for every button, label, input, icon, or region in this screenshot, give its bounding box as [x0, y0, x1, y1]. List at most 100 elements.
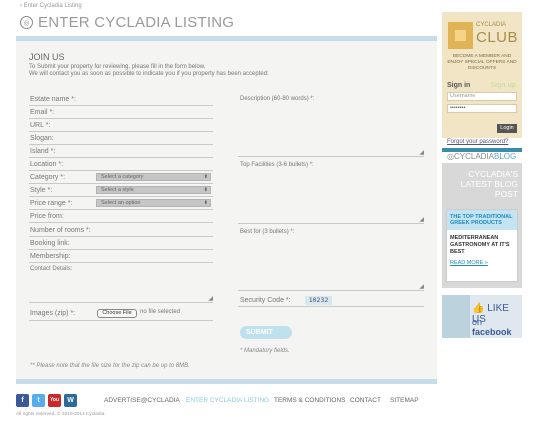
facebook-like-banner[interactable]: 👍 LIKE US on facebook — [442, 295, 522, 338]
top-facilities-textarea[interactable]: ◢ — [238, 170, 424, 224]
category-select-value: Select a category — [101, 174, 144, 180]
rooms-input[interactable] — [29, 236, 213, 237]
location-label: Location *: — [30, 161, 64, 168]
page-title: ◎ ENTER CYCLADIA LISTING — [20, 14, 234, 31]
blog-header: ◎CYCLADIABLOG — [442, 148, 522, 161]
blog-widget-title: CYCLADIA'S LATEST BLOG POST — [460, 169, 518, 199]
submit-button[interactable]: SUBMIT — [240, 326, 292, 339]
resize-grip-icon: ◢ — [419, 217, 424, 223]
security-code-input[interactable] — [238, 306, 424, 307]
resize-grip-icon: ◢ — [208, 296, 213, 302]
like-banner-image — [442, 295, 470, 338]
membership-input[interactable] — [29, 262, 213, 263]
footer-link-sitemap[interactable]: SITEMAP — [390, 397, 419, 404]
password-input[interactable]: •••••••• — [447, 104, 517, 113]
youtube-icon[interactable]: You — [48, 394, 61, 407]
price-from-input[interactable] — [29, 222, 213, 223]
blog-headline: MEDITERRANEAN GASTRONOMY AT IT'S BEST — [450, 235, 510, 255]
intro-line-2: We will contact you as soon as possible … — [29, 71, 269, 77]
blog-brand: ◎CYCLADIABLOG — [447, 152, 517, 161]
facebook-label: facebook — [472, 327, 512, 337]
price-range-select[interactable]: Select an option ⬍ — [96, 199, 211, 207]
club-title: CLUB — [476, 29, 519, 46]
club-brand: CYCLADIA — [476, 22, 507, 28]
style-select-value: Select a style — [101, 187, 134, 193]
listing-icon: ◎ — [20, 16, 33, 29]
sign-up-link[interactable]: Sign up — [490, 82, 516, 89]
slogan-input[interactable] — [29, 144, 213, 145]
wordpress-icon[interactable]: W — [64, 394, 77, 407]
select-arrow-icon: ⬍ — [203, 200, 208, 206]
login-button[interactable]: Login — [497, 124, 517, 133]
select-arrow-icon: ⬍ — [203, 187, 208, 193]
resize-grip-icon: ◢ — [419, 284, 424, 290]
location-input[interactable] — [29, 170, 213, 171]
mandatory-note: * Mandatory fields. — [240, 348, 290, 354]
select-arrow-icon: ⬍ — [203, 174, 208, 180]
category-select[interactable]: Select a category ⬍ — [96, 173, 211, 181]
style-divider — [29, 196, 213, 197]
url-label: URL *: — [30, 122, 51, 129]
facebook-text: on facebook — [472, 317, 522, 337]
price-range-divider — [29, 209, 213, 210]
images-label: Images (zip) *: — [30, 310, 76, 317]
facebook-icon[interactable]: f — [16, 394, 29, 407]
choose-file-button[interactable]: Choose File — [97, 309, 137, 318]
description-label: Description (60-80 words) *: — [240, 96, 315, 102]
club-logo-icon — [448, 22, 473, 49]
zip-size-note: ** Please note that the file size for th… — [30, 363, 190, 369]
club-description: BECOME A MEMBER AND ENJOY SPECIAL OFFERS… — [447, 54, 517, 71]
footer-link-contact[interactable]: CONTACT — [350, 397, 381, 404]
top-facilities-label: Top Facilities (3-6 bullets) *: — [240, 162, 314, 168]
username-input[interactable]: Username — [447, 92, 517, 101]
island-label: Island *: — [30, 148, 56, 155]
email-label: Email *: — [30, 109, 55, 116]
email-input[interactable] — [29, 118, 213, 119]
blog-brand-a: CYCLADIA — [453, 152, 494, 161]
url-input[interactable] — [29, 131, 213, 132]
category-label: Category *: — [30, 174, 66, 181]
sign-in-heading: Sign in — [447, 82, 471, 89]
breadcrumb[interactable]: › Enter Cycladia Listing — [20, 3, 82, 9]
security-code-label: Security Code *: — [240, 297, 291, 304]
form-heading: JOIN US — [29, 52, 65, 62]
price-range-select-value: Select an option — [101, 200, 141, 206]
category-divider — [29, 183, 213, 184]
style-label: Style *: — [30, 187, 53, 194]
intro-line-1: To Submit your property for reviewing, p… — [29, 64, 206, 70]
membership-label: Membership: — [30, 253, 71, 260]
form-top-bar — [16, 36, 437, 41]
file-status: no file selected — [140, 309, 181, 315]
images-divider — [29, 320, 213, 321]
contact-details-textarea[interactable]: ◢ — [29, 276, 213, 303]
form-bottom-bar — [16, 379, 437, 384]
slogan-label: Slogan: — [30, 135, 54, 142]
blog-kicker: THE TOP TRADITIONAL GREEK PRODUCTS — [450, 214, 513, 226]
form-intro: To Submit your property for reviewing, p… — [29, 64, 269, 78]
estate-name-input[interactable] — [29, 105, 213, 106]
captcha-image: 10232 — [305, 296, 332, 305]
footer-link-terms[interactable]: TERMS & CONDITIONS — [274, 397, 346, 404]
blog-brand-b: BLOG — [494, 152, 517, 161]
estate-name-label: Estate name *: — [30, 96, 76, 103]
blog-post-card[interactable]: THE TOP TRADITIONAL GREEK PRODUCTS MEDIT… — [446, 209, 518, 282]
footer-link-advertise[interactable]: ADVERTISE@CYCLADIA — [104, 397, 180, 404]
page-title-text: ENTER CYCLADIA LISTING — [38, 14, 235, 31]
booking-link-input[interactable] — [29, 249, 213, 250]
page: › Enter Cycladia Listing ◎ ENTER CYCLADI… — [0, 0, 540, 421]
read-more-link[interactable]: READ MORE » — [450, 260, 488, 266]
description-textarea[interactable]: ◢ — [238, 104, 424, 157]
style-select[interactable]: Select a style ⬍ — [96, 186, 211, 194]
resize-grip-icon: ◢ — [419, 150, 424, 156]
best-for-textarea[interactable]: ◢ — [238, 237, 424, 291]
island-input[interactable] — [29, 157, 213, 158]
like-on-label: on — [472, 317, 483, 327]
footer-link-enter-listing[interactable]: ENTER CYCLADIA LISTING — [186, 397, 269, 404]
copyright: All rights reserved. © 2010-2011 Cycladi… — [16, 412, 106, 417]
club-login-box: CYCLADIA CLUB BECOME A MEMBER AND ENJOY … — [442, 12, 522, 145]
price-range-label: Price range *: — [30, 200, 73, 207]
twitter-icon[interactable]: t — [32, 394, 45, 407]
rooms-label: Number of rooms *: — [30, 227, 91, 234]
forgot-password-link[interactable]: Forgot your password? — [447, 139, 508, 145]
booking-link-label: Booking link: — [30, 240, 70, 247]
